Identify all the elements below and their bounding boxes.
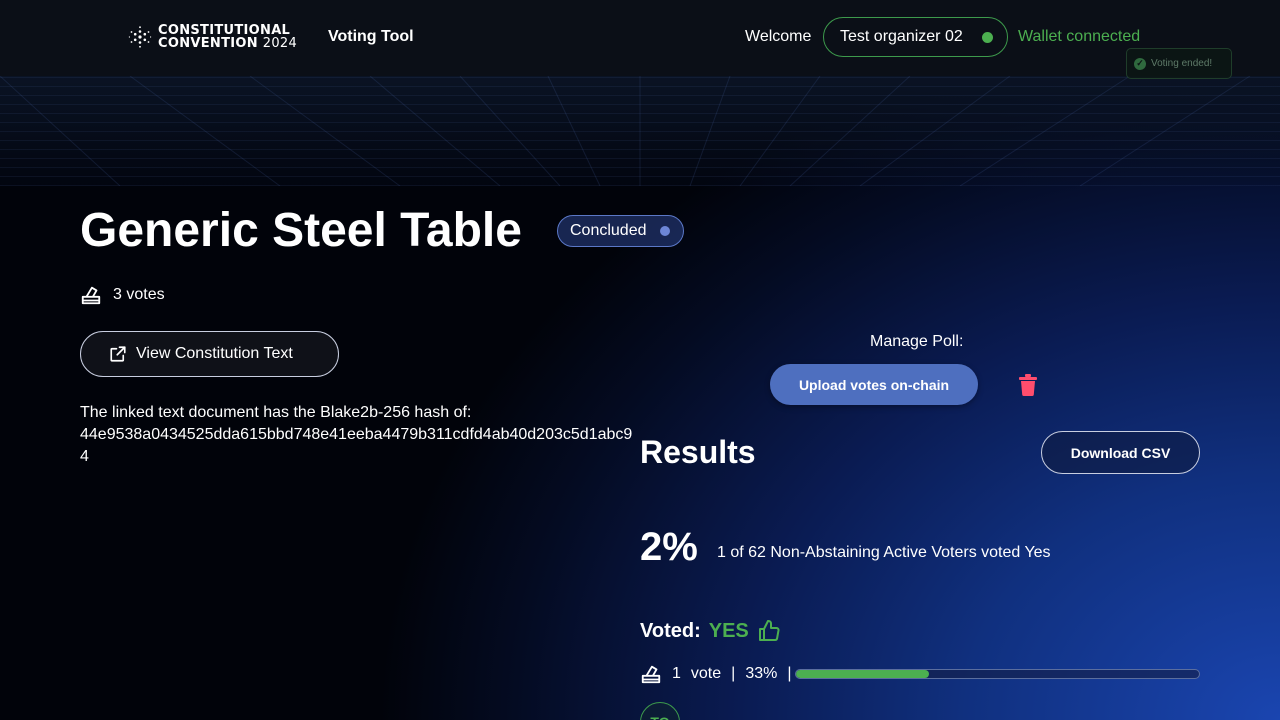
top-header: CONSTITUTIONAL CONVENTION 2024 Voting To… — [0, 0, 1280, 77]
user-name: Test organizer 02 — [840, 28, 963, 45]
yes-progress-fill — [796, 670, 929, 678]
voted-label: Voted: — [640, 619, 701, 642]
nav-voting-tool[interactable]: Voting Tool — [328, 28, 414, 46]
welcome-label: Welcome — [745, 28, 812, 45]
status-dot — [660, 226, 670, 236]
logo-line-2: CONVENTION — [158, 36, 258, 51]
toast-notification: ✓ Voting ended! — [1126, 48, 1232, 79]
user-account-button[interactable]: Test organizer 02 — [823, 17, 1008, 57]
thumbs-up-icon — [758, 619, 780, 641]
ballot-icon — [81, 286, 101, 305]
wallet-status: Wallet connected — [1018, 28, 1141, 45]
grid-background — [0, 76, 1280, 186]
tally-vote-word: vote — [690, 665, 722, 682]
logo[interactable]: CONSTITUTIONAL CONVENTION 2024 — [128, 24, 297, 50]
votes-summary: 3 votes — [80, 284, 165, 306]
hash-description: The linked text document has the Blake2b… — [80, 402, 640, 468]
status-badge: Concluded — [557, 215, 684, 247]
logo-year: 2024 — [262, 36, 298, 51]
status-label: Concluded — [570, 222, 647, 239]
hash-intro: The linked text document has the Blake2b… — [80, 404, 472, 421]
tally-vote-count: 1 — [672, 665, 681, 682]
votes-count: 3 votes — [113, 286, 165, 303]
separator: | — [787, 665, 792, 682]
connected-status-dot — [982, 32, 993, 43]
check-icon: ✓ — [1134, 57, 1146, 70]
poll-title: Generic Steel Table — [80, 204, 522, 257]
separator: | — [731, 665, 736, 682]
yes-percentage: 2% — [640, 525, 698, 569]
trash-icon[interactable] — [1018, 374, 1038, 396]
download-csv-button[interactable]: Download CSV — [1041, 431, 1200, 474]
perspective-grid — [0, 76, 1251, 186]
hash-value: 44e9538a0434525dda615bbd748e41eeba4479b3… — [80, 426, 633, 465]
constitution-logo-icon — [128, 26, 152, 48]
results-heading: Results — [640, 434, 756, 470]
external-link-icon — [110, 346, 126, 362]
results-summary: 1 of 62 Non-Abstaining Active Voters vot… — [717, 544, 1051, 561]
tally-row: 1 vote | 33% | — [640, 663, 792, 685]
voted-row: Voted: YES — [640, 619, 781, 643]
tally-vote-percent: 33% — [745, 665, 778, 682]
view-constitution-button[interactable]: View Constitution Text — [80, 331, 339, 377]
view-constitution-label: View Constitution Text — [136, 345, 293, 362]
voter-avatar[interactable]: TO — [640, 702, 680, 720]
upload-votes-button[interactable]: Upload votes on-chain — [770, 364, 978, 405]
logo-wordmark: CONSTITUTIONAL CONVENTION 2024 — [158, 24, 297, 50]
ballot-icon — [641, 665, 661, 684]
voted-value: YES — [708, 619, 749, 642]
yes-progress-bar — [795, 669, 1200, 679]
toast-message: Voting ended! — [1151, 58, 1213, 69]
manage-poll-label: Manage Poll: — [870, 333, 964, 350]
